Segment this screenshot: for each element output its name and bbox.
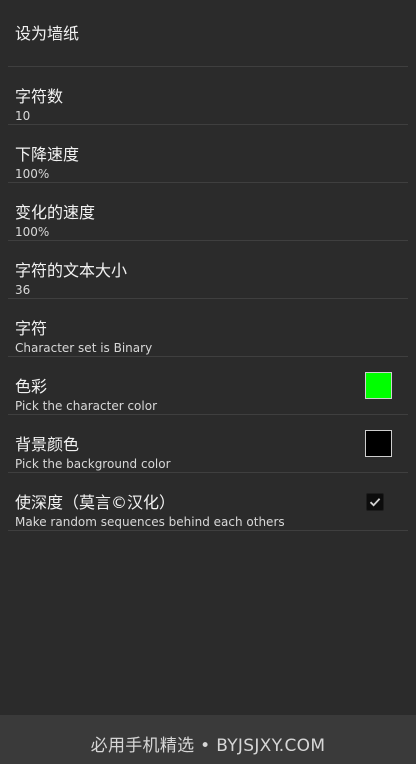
fall-speed-value: 100%: [15, 167, 50, 181]
depth-summary: Make random sequences behind each others: [15, 515, 285, 529]
checkmark-icon: [369, 498, 381, 507]
fall-speed-item[interactable]: 下降速度 100%: [8, 125, 408, 183]
change-speed-value: 100%: [15, 225, 50, 239]
set-wallpaper-item[interactable]: 设为墙纸: [8, 0, 408, 67]
text-size-item[interactable]: 字符的文本大小 36: [8, 241, 408, 299]
charset-title: 字符: [15, 319, 48, 338]
char-count-item[interactable]: 字符数 10: [8, 67, 408, 125]
depth-checkbox[interactable]: [366, 493, 384, 511]
char-count-title: 字符数: [15, 87, 64, 106]
change-speed-item[interactable]: 变化的速度 100%: [8, 183, 408, 241]
char-count-value: 10: [15, 109, 31, 123]
text-size-value: 36: [15, 283, 31, 297]
text-size-title: 字符的文本大小: [15, 261, 128, 280]
background-color-item[interactable]: 背景颜色 Pick the background color: [8, 415, 408, 473]
footer-text: 必用手机精选 • BYJSJXY.COM: [90, 736, 326, 756]
character-color-swatch[interactable]: [365, 372, 392, 399]
charset-summary: Character set is Binary: [15, 341, 153, 355]
fall-speed-title: 下降速度: [15, 145, 80, 164]
depth-item[interactable]: 使深度（莫言©汉化） Make random sequences behind …: [8, 473, 408, 531]
set-wallpaper-title: 设为墙纸: [15, 24, 80, 43]
charset-item[interactable]: 字符 Character set is Binary: [8, 299, 408, 357]
background-color-swatch[interactable]: [365, 430, 392, 457]
color-title: 色彩: [15, 377, 48, 396]
color-summary: Pick the character color: [15, 399, 158, 413]
change-speed-title: 变化的速度: [15, 203, 96, 222]
depth-title: 使深度（莫言©汉化）: [15, 493, 176, 512]
background-color-title: 背景颜色: [15, 435, 80, 454]
settings-list: 设为墙纸 字符数 10 下降速度 100% 变化的速度 100% 字符的文本大小…: [0, 0, 416, 531]
color-item[interactable]: 色彩 Pick the character color: [8, 357, 408, 415]
footer-banner: 必用手机精选 • BYJSJXY.COM: [0, 715, 416, 764]
background-color-summary: Pick the background color: [15, 457, 171, 471]
